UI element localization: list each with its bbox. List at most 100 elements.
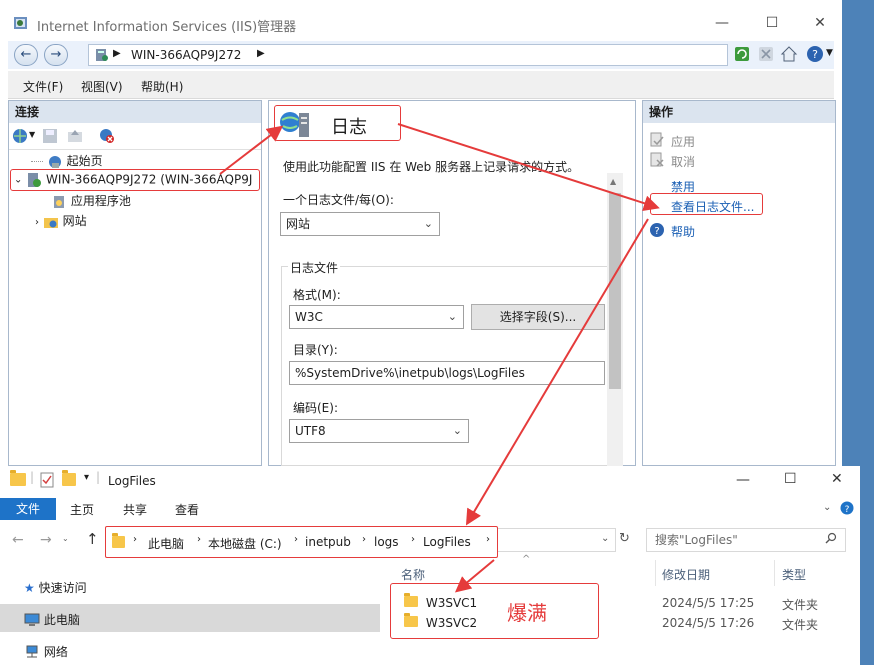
maximize-icon[interactable]: ☐ [784,471,797,487]
chevron-right-icon[interactable]: › [35,217,39,228]
file-modified: 2024/5/5 17:26 [662,616,755,630]
disconnect-icon[interactable] [99,128,115,147]
breadcrumb-local-disk[interactable]: 本地磁盘 (C:) [208,535,282,552]
close-icon[interactable]: ✕ [806,12,834,34]
folder-icon [404,593,418,607]
computer-icon [24,613,40,629]
one-log-select[interactable]: 网站 ⌄ [280,212,440,236]
tree-item-label: 起始页 [66,154,103,168]
chevron-right-icon: › [486,534,490,545]
directory-label: 目录(Y): [293,343,338,357]
action-cancel[interactable]: 取消 [671,153,695,170]
iis-window: Internet Information Services (IIS)管理器 —… [0,0,842,467]
home-icon[interactable] [780,45,798,66]
forward-button[interactable]: → [44,44,68,66]
chevron-up-icon[interactable]: ▲ [610,177,616,186]
divider: | [30,470,35,484]
stop-icon[interactable] [758,46,774,65]
nav-quick-access[interactable]: ★ 快速访问 [24,579,87,596]
minimize-icon[interactable]: — [708,12,736,34]
minimize-icon[interactable]: — [736,472,750,488]
cancel-icon [649,152,665,171]
ribbon-tab-view[interactable]: 查看 [175,501,199,518]
back-arrow-icon[interactable]: ← [12,532,24,548]
one-log-label: 一个日志文件/每(O): [283,193,394,207]
action-view-log-files[interactable]: 查看日志文件... [671,198,754,215]
column-name[interactable]: 名称 [401,566,425,583]
refresh-icon[interactable]: ↻ [619,531,630,546]
tree-item-sites[interactable]: › 网站 [35,212,87,230]
up-arrow-icon[interactable]: ↑ [86,530,99,548]
encoding-select[interactable]: UTF8 ⌄ [289,419,469,443]
iis-window-title: Internet Information Services (IIS)管理器 [37,20,297,35]
address-breadcrumb[interactable]: › 此电脑 › 本地磁盘 (C:) › inetpub › logs › Log… [105,526,498,558]
scrollbar-thumb[interactable] [609,193,621,389]
divider: | [96,470,101,484]
nav-label: 快速访问 [38,581,87,595]
column-divider[interactable] [655,560,656,586]
maximize-icon[interactable]: ☐ [758,12,786,34]
tree-item-start-page[interactable]: 起始页 [31,152,103,170]
tree-item-label: WIN-366AQP9J272 (WIN-366AQP9J [46,172,253,187]
breadcrumb-inetpub[interactable]: inetpub [305,535,351,549]
server-icon [26,172,42,188]
chevron-right-icon: ▶ [113,48,121,59]
explorer-title: LogFiles [108,474,156,488]
save-icon[interactable] [42,128,58,147]
format-select[interactable]: W3C ⌄ [289,305,464,329]
breadcrumb-this-pc[interactable]: 此电脑 [148,535,184,552]
action-help[interactable]: 帮助 [671,223,695,240]
directory-input[interactable]: %SystemDrive%\inetpub\logs\LogFiles [289,361,605,385]
format-value: W3C [295,310,323,324]
encoding-value: UTF8 [295,424,326,438]
iis-address-box[interactable]: ▶ WIN-366AQP9J272 ▶ [88,44,728,66]
nav-network[interactable]: 网络 [24,643,68,661]
encoding-label: 编码(E): [293,401,338,415]
tree-item-app-pools[interactable]: 应用程序池 [51,192,131,210]
up-level-icon[interactable] [67,128,83,147]
chevron-down-icon[interactable]: ⌄ [823,502,831,513]
address-bar-tail[interactable]: ⌄ [498,528,616,552]
column-type[interactable]: 类型 [782,566,806,583]
properties-icon[interactable] [40,472,54,491]
action-apply[interactable]: 应用 [671,133,695,150]
recent-locations-icon[interactable]: ⌄ [62,534,69,543]
help-icon[interactable]: ? [806,45,824,66]
tree-item-server[interactable]: ⌄ WIN-366AQP9J272 (WIN-366AQP9J [10,169,260,191]
file-row[interactable]: W3SVC2 [404,613,477,630]
chevron-down-icon[interactable]: ▼ [826,48,833,58]
breadcrumb-logs[interactable]: logs [374,535,399,549]
customize-toolbar-icon[interactable]: ▾ [84,472,89,483]
menu-view[interactable]: 视图(V) [81,78,123,95]
iis-menu-bar: 文件(F) 视图(V) 帮助(H) [8,71,834,99]
chevron-down-icon[interactable]: ⌄ [14,175,22,186]
ribbon-tab-share[interactable]: 共享 [123,501,147,518]
new-folder-icon[interactable] [62,470,76,489]
forward-arrow-icon[interactable]: → [40,532,52,548]
chevron-down-icon[interactable]: ⌄ [601,533,609,544]
chevron-right-icon: › [133,534,137,545]
ribbon-tab-home[interactable]: 主页 [70,501,94,518]
file-row[interactable]: W3SVC1 [404,593,478,610]
ribbon-tab-file[interactable]: 文件 [0,498,56,520]
refresh-icon[interactable] [734,46,750,65]
menu-file[interactable]: 文件(F) [23,78,63,95]
vertical-scrollbar[interactable]: ▲ [607,173,623,467]
connect-globe-icon[interactable] [12,128,28,147]
help-icon[interactable]: ? [840,501,854,518]
tree-item-label: 应用程序池 [70,194,131,208]
back-button[interactable]: ← [14,44,38,66]
breadcrumb-logfiles[interactable]: LogFiles [423,535,471,549]
search-input[interactable]: 搜索"LogFiles" [646,528,846,552]
close-icon[interactable]: ✕ [831,471,843,487]
menu-help[interactable]: 帮助(H) [141,78,183,95]
nav-this-pc[interactable]: 此电脑 [24,611,80,629]
chevron-down-icon[interactable]: ▼ [29,130,35,139]
column-divider[interactable] [774,560,775,586]
chevron-down-icon: ⌄ [447,310,457,323]
tree-line [31,161,43,162]
network-icon [24,645,40,661]
column-modified[interactable]: 修改日期 [662,566,710,583]
select-fields-button[interactable]: 选择字段(S)... [471,304,605,330]
file-name: W3SVC1 [425,596,478,610]
